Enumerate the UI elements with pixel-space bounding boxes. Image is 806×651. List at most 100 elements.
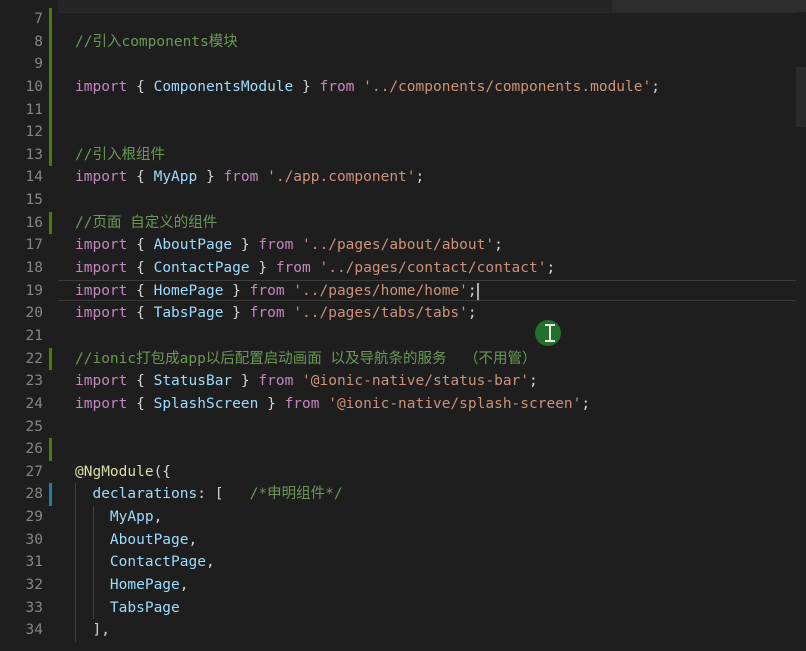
code-editor[interactable]: 7 8 //引入components模块 9 10 import { Components… (0, 0, 806, 651)
line-number: 8 (34, 33, 43, 50)
code-line[interactable]: 31 ContactPage, (0, 551, 806, 575)
code-line[interactable]: 20 import { TabsPage } from '../pages/tab… (0, 302, 806, 325)
code-token: ComponentsModule (153, 78, 294, 95)
line-code: import { ComponentsModule } from '../com… (75, 76, 660, 99)
code-line[interactable]: 19 import { HomePage } from '../pages/hom… (0, 279, 806, 303)
code-token: TabsPage (153, 305, 224, 322)
code-line[interactable]: 22 //ionic打包成app以后配置启动画面 以及导航条的服务 （不用管） (0, 347, 806, 371)
code-token: from (258, 237, 294, 254)
gutter-added-marker (49, 438, 52, 461)
code-token: '@ionic-native/status-bar' (302, 373, 530, 390)
code-token: ], (92, 622, 110, 639)
code-token: ; (651, 78, 660, 95)
line-number: 29 (25, 509, 43, 526)
code-token: ; (546, 260, 556, 277)
code-line[interactable]: 10 import { ComponentsModule } from '../c… (0, 75, 806, 99)
code-line[interactable]: 25 (0, 416, 806, 439)
code-token: ; (581, 395, 591, 412)
code-line[interactable]: 21 (0, 325, 806, 348)
line-code: import { AboutPage } from '../pages/abou… (75, 234, 503, 257)
gutter-added-marker (49, 211, 52, 235)
code-line[interactable]: 17 import { AboutPage } from '../pages/ab… (0, 234, 806, 257)
code-line[interactable]: 24 import { SplashScreen } from '@ionic-n… (0, 393, 806, 416)
line-number: 9 (34, 56, 43, 73)
code-token: , (153, 509, 163, 526)
gutter-modified-marker (49, 483, 52, 507)
code-token: './app.component' (267, 169, 416, 186)
code-line[interactable]: 28 declarations: [ /*申明组件*/ (0, 483, 806, 507)
line-number: 32 (25, 577, 43, 594)
code-token: import (75, 305, 128, 322)
line-number: 27 (25, 463, 43, 480)
gutter-added-marker (49, 347, 52, 371)
code-token: '../components/components.module' (363, 78, 652, 95)
code-line[interactable]: 34 ], (0, 619, 806, 642)
code-token: from (249, 305, 285, 322)
code-token: from (284, 395, 320, 412)
line-code: //ionic打包成app以后配置启动画面 以及导航条的服务 （不用管） (75, 348, 536, 371)
code-line[interactable]: 18 import { ContactPage } from '../pages/… (0, 257, 806, 280)
code-line[interactable]: 33 TabsPage (0, 596, 806, 620)
line-number: 22 (25, 350, 43, 367)
line-code: import { MyApp } from './app.component'; (75, 166, 424, 189)
line-number: 28 (25, 486, 43, 503)
line-number: 15 (25, 192, 43, 209)
code-token: { (127, 237, 154, 254)
gutter-added-marker (49, 98, 52, 122)
line-number: 17 (25, 237, 43, 254)
code-token: from (223, 169, 259, 186)
code-line[interactable]: 29 MyApp, (0, 506, 806, 529)
code-token: '../pages/home/home' (293, 282, 468, 299)
code-line[interactable]: 13 //引入根组件 (0, 143, 806, 167)
code-line[interactable]: 15 (0, 189, 806, 212)
code-token: import (75, 373, 128, 390)
code-token: AboutPage (153, 237, 233, 254)
code-line[interactable]: 30 AboutPage, (0, 528, 806, 552)
line-number: 7 (34, 11, 43, 27)
code-line[interactable]: 9 (0, 53, 806, 76)
code-token: { (127, 260, 154, 277)
code-token: import (75, 78, 128, 95)
code-token: , (205, 554, 215, 571)
line-code: ], (75, 619, 110, 642)
line-number: 11 (25, 101, 43, 118)
code-token: ; (467, 305, 477, 322)
code-token: ; (494, 237, 503, 254)
code-token: { (127, 169, 154, 186)
code-line[interactable]: 26 (0, 438, 806, 461)
code-token: ; (467, 282, 477, 299)
code-token: ; (529, 373, 538, 390)
line-number: 30 (25, 531, 43, 548)
code-lines[interactable]: 7 8 //引入components模块 9 10 import { Components… (0, 8, 806, 642)
line-number: 23 (25, 373, 43, 390)
scrollbar-thumb[interactable] (796, 67, 806, 127)
text-caret (477, 282, 479, 300)
code-line[interactable]: 12 (0, 121, 806, 144)
line-number: 12 (25, 124, 43, 141)
code-line[interactable]: 16 //页面 自定义的组件 (0, 211, 806, 235)
line-number: 34 (25, 622, 43, 639)
code-line[interactable]: 7 (0, 8, 806, 31)
line-code: //页面 自定义的组件 (75, 212, 217, 235)
gutter-added-marker (49, 53, 52, 76)
line-number: 33 (25, 599, 43, 616)
code-token: } (232, 373, 259, 390)
code-line[interactable]: 14 import { MyApp } from './app.component… (0, 166, 806, 189)
code-line[interactable]: 23 import { StatusBar } from '@ionic-nati… (0, 370, 806, 393)
line-number: 21 (25, 327, 43, 344)
code-token: /*申明组件*/ (249, 486, 343, 503)
code-token: '../pages/contact/contact' (319, 260, 547, 277)
code-token: //ionic打包成app以后配置启动画面 以及导航条的服务 （不用管） (75, 350, 537, 367)
code-token: { (127, 373, 154, 390)
line-code: import { SplashScreen } from '@ionic-nat… (75, 393, 590, 416)
code-token: { (127, 282, 154, 299)
code-line[interactable]: 27 @NgModule({ (0, 461, 806, 484)
vertical-scrollbar[interactable] (796, 12, 806, 651)
line-number: 18 (25, 260, 43, 277)
code-token: from (319, 78, 355, 95)
code-line[interactable]: 11 (0, 98, 806, 122)
code-line[interactable]: 8 //引入components模块 (0, 30, 806, 54)
code-line[interactable]: 32 HomePage, (0, 574, 806, 597)
